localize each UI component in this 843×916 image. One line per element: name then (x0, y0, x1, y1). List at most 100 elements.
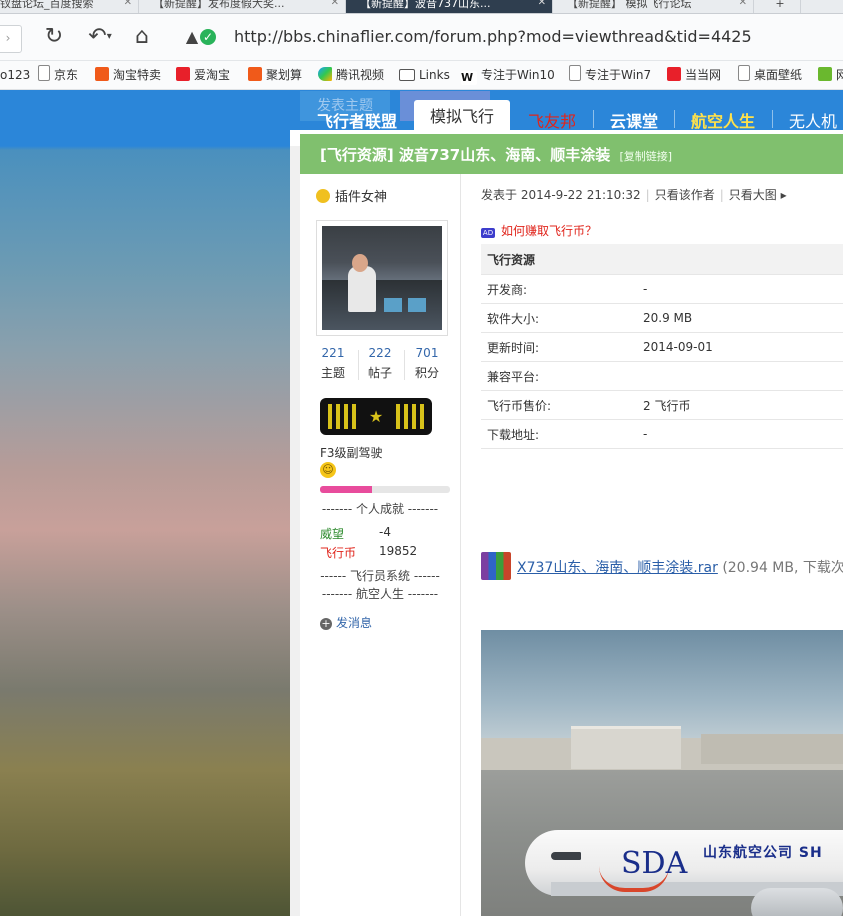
thread-title-bar: [飞行资源] 波音737山东、海南、顺丰涂装 [复制链接] (300, 134, 843, 174)
close-tab-icon[interactable]: ✕ (739, 0, 747, 8)
bookmark-item[interactable]: o123 (0, 65, 30, 85)
address-bar: › ↻ ↶▾ ⌂ ▲ ✓ http://bbs.chinaflier.com/f… (0, 14, 843, 61)
avatar[interactable] (316, 220, 448, 336)
browser-tab[interactable]: 【新提醒】 模拟飞行论坛 ✕ (553, 0, 754, 13)
bookmark-item[interactable]: 当当网 (667, 65, 721, 85)
stat-posts[interactable]: 222 帖子 (357, 346, 403, 381)
attachment-link[interactable]: X737山东、海南、顺丰涂装.rar (517, 560, 718, 576)
refresh-button[interactable]: ↻ (40, 23, 68, 51)
web-page: 发表主题 飞行者联盟 模拟飞行 飞友邦 云课堂 航空人生 无人机 [飞行资源] … (0, 90, 843, 916)
chevron-right-icon: › (5, 31, 11, 45)
browser-tab[interactable]: 【新提醒】发布度假大奖... ✕ (139, 0, 346, 13)
star-icon: ★ (368, 407, 384, 426)
bookmark-item[interactable]: 桌面壁纸 (738, 65, 802, 85)
browser-tab-active[interactable]: 【新提醒】波音737山东... ✕ (346, 0, 553, 13)
pilot-figure (348, 266, 376, 312)
bookmark-item[interactable]: 专注于Win7 (569, 65, 651, 85)
bookmark-item[interactable]: 聚划算 (248, 65, 302, 85)
level-progress-fill (320, 486, 372, 493)
table-value: 2014-09-01 (637, 332, 843, 362)
juhuasuan-icon (248, 67, 262, 81)
rank-badge-icon: ★ (320, 398, 432, 435)
new-tab-button[interactable]: + (760, 0, 801, 13)
table-value (637, 361, 843, 391)
hao-icon (818, 67, 832, 81)
dangdang-icon (667, 67, 681, 81)
stat-topics[interactable]: 221 主题 (310, 346, 356, 381)
rank-stripe (344, 404, 348, 429)
bookmark-label: 当当网 (685, 68, 722, 82)
level-progress-bar (320, 486, 450, 493)
nav-item-aviation-life[interactable]: 航空人生 (691, 108, 755, 132)
shield-check-icon[interactable]: ✓ (200, 29, 216, 45)
bookmark-label: 爱淘宝 (194, 68, 231, 82)
sda-logo: SDA (621, 846, 688, 881)
tab-label: 【新提醒】 模拟飞行论坛 (567, 0, 692, 10)
avatar-image (322, 226, 442, 330)
nav-item-cloud-class[interactable]: 云课堂 (610, 108, 658, 132)
url-field[interactable]: http://bbs.chinaflier.com/forum.php?mod=… (234, 27, 752, 46)
bookmark-item[interactable]: 淘宝特卖 (95, 65, 161, 85)
photo-cockpit-window (551, 852, 581, 860)
stat-number: 222 (368, 346, 392, 360)
pilot-system-link[interactable]: ------ 飞行员系统 ------ (300, 567, 460, 584)
table-row: 兼容平台: (481, 361, 843, 391)
nav-item-flier-alliance[interactable]: 飞行者联盟 (317, 108, 397, 132)
close-tab-icon[interactable]: ✕ (124, 0, 132, 8)
table-key: 下载地址: (481, 419, 637, 449)
only-image-link[interactable]: 只看大图 (729, 188, 777, 202)
photo-terminal (571, 726, 681, 769)
taobao-icon (95, 67, 109, 81)
bookmark-item[interactable]: W 专注于Win10 (461, 65, 555, 85)
photo-terminal (701, 734, 843, 764)
browser-tab[interactable]: 钗盘论坛_百度搜索 ✕ (0, 0, 139, 13)
rank-stripe (420, 404, 424, 429)
close-tab-icon[interactable]: ✕ (538, 0, 546, 8)
send-message-link[interactable]: + 发消息 (320, 614, 372, 631)
pilot-head (352, 254, 368, 272)
rar-archive-icon (481, 552, 511, 580)
bookmark-item[interactable]: Links (399, 65, 450, 85)
bookmark-label: 网 (836, 68, 843, 82)
plus-icon: + (775, 0, 785, 10)
ad-link[interactable]: AD 如何赚取飞行币？ (481, 222, 597, 239)
stat-number: 701 (415, 346, 439, 360)
table-row: 飞行币售价: 2 飞行币 (481, 390, 843, 420)
table-value: - (637, 274, 843, 304)
post-meta: 发表于 2014-9-22 21:10:32 | 只看该作者 | 只看大图 ▸ (481, 188, 787, 202)
bookmark-item[interactable]: 爱淘宝 (176, 65, 230, 85)
stat-number: 221 (321, 346, 345, 360)
aircraft-photo[interactable]: SDA 山东航空公司 SH (481, 630, 843, 916)
thread-title: [飞行资源] 波音737山东、海南、顺丰涂装 [复制链接] (320, 144, 672, 165)
achievement-value: -4 (379, 525, 391, 539)
nav-item-drone[interactable]: 无人机 (789, 108, 837, 132)
table-key: 飞行币售价: (481, 390, 637, 420)
only-author-link[interactable]: 只看该作者 (655, 188, 715, 202)
back-button[interactable]: › (0, 25, 22, 53)
cockpit-screen (384, 298, 402, 312)
nav-item-flight-sim[interactable]: 模拟飞行 (414, 100, 510, 134)
achievement-key: 飞行币 (320, 546, 357, 560)
browser-tab-strip: 钗盘论坛_百度搜索 ✕ 【新提醒】发布度假大奖... ✕ 【新提醒】波音737山… (0, 0, 843, 14)
undo-button[interactable]: ↶▾ (82, 23, 118, 51)
home-button[interactable]: ⌂ (128, 23, 156, 51)
cockpit-screen (408, 298, 426, 312)
achievement-coins[interactable]: 飞行币 19852 (320, 544, 417, 561)
aviation-life-link[interactable]: ------- 航空人生 ------- (300, 585, 460, 602)
post-container: 插件女神 221 主题 222 帖子 701 积分 ★ F3级副驾驶 ☺ ---… (300, 174, 843, 916)
stat-label: 主题 (320, 366, 345, 380)
attachment-meta: (20.94 MB, 下载次数 (722, 560, 843, 576)
bookmark-item[interactable]: 京东 (38, 65, 78, 85)
author-name[interactable]: 插件女神 (316, 186, 387, 205)
copy-link[interactable]: [复制链接] (619, 150, 672, 163)
author-sidebar: 插件女神 221 主题 222 帖子 701 积分 ★ F3级副驾驶 ☺ ---… (300, 174, 461, 916)
nav-item-feiyoubang[interactable]: 飞友邦 (528, 108, 576, 132)
tab-label: 钗盘论坛_百度搜索 (0, 0, 94, 10)
folder-icon (399, 69, 415, 81)
bookmark-item[interactable]: 腾讯视频 (318, 65, 384, 85)
bookmark-item[interactable]: 网 (818, 65, 843, 85)
stat-points[interactable]: 701 积分 (404, 346, 450, 381)
close-tab-icon[interactable]: ✕ (331, 0, 339, 8)
stat-label: 积分 (414, 366, 439, 380)
achievement-prestige[interactable]: 威望 -4 (320, 525, 391, 542)
